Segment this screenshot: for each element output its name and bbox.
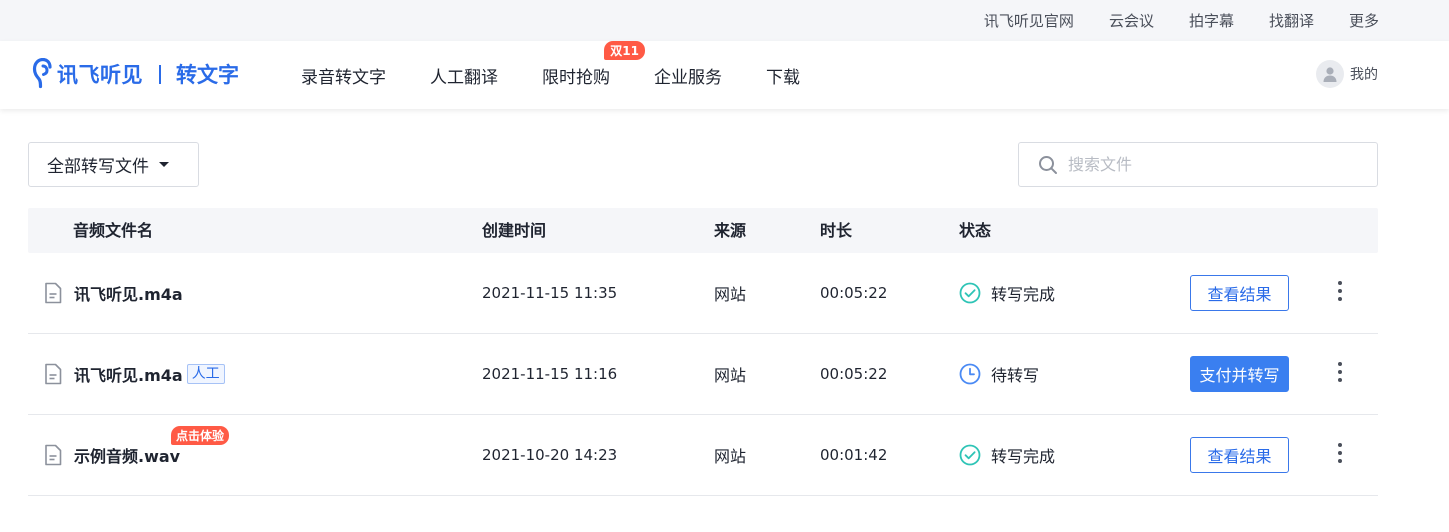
table-row[interactable]: 讯飞听见.m4a 人工 2021-11-15 11:16 网站 00:05:22… — [28, 334, 1378, 415]
pay-and-transcribe-button[interactable]: 支付并转写 — [1190, 356, 1289, 392]
file-name-cell[interactable]: 示例音频.wav — [74, 415, 180, 495]
top-utility-bar: 讯飞听见官网 云会议 拍字幕 找翻译 更多 — [0, 0, 1449, 41]
column-header-name: 音频文件名 — [73, 221, 154, 240]
search-icon — [1039, 155, 1057, 174]
table-row[interactable]: 点击体验 示例音频.wav 2021-10-20 14:23 网站 00:01:… — [28, 415, 1378, 496]
toplink-cloud-meeting[interactable]: 云会议 — [1109, 10, 1154, 31]
status-cell: 转写完成 — [959, 415, 1055, 495]
ear-logo-icon — [32, 58, 52, 89]
nav-item-flash-sale[interactable]: 限时抢购 双11 — [542, 40, 645, 88]
caret-down-icon — [159, 162, 169, 167]
status-text: 待转写 — [991, 366, 1040, 385]
search-box — [1018, 142, 1378, 187]
duration: 00:05:22 — [820, 365, 888, 383]
nav-item-label: 限时抢购 — [542, 67, 610, 88]
column-header-status: 状态 — [959, 221, 992, 240]
filter-label: 全部转写文件 — [47, 157, 149, 177]
top-links: 讯飞听见官网 云会议 拍字幕 找翻译 更多 — [949, 0, 1379, 41]
more-options-icon[interactable] — [1334, 443, 1346, 469]
file-name-cell[interactable]: 讯飞听见.m4a 人工 — [74, 334, 225, 414]
column-header-created: 创建时间 — [482, 221, 547, 240]
column-header-duration: 时长 — [820, 221, 853, 240]
toplink-more[interactable]: 更多 — [1349, 10, 1379, 31]
file-icon — [45, 444, 62, 466]
brand-name: 讯飞听见 — [57, 63, 143, 87]
column-header-source: 来源 — [714, 221, 747, 240]
nav-menu: 录音转文字 人工翻译 限时抢购 双11 企业服务 下载 — [301, 40, 844, 109]
status-cell: 待转写 — [959, 334, 1039, 414]
source: 网站 — [714, 447, 747, 466]
toplink-translation[interactable]: 找翻译 — [1269, 10, 1314, 31]
logo-divider — [159, 64, 161, 84]
nav-item-download[interactable]: 下载 — [766, 63, 800, 88]
created-time: 2021-11-15 11:35 — [482, 284, 618, 302]
file-name: 讯飞听见.m4a — [74, 285, 183, 304]
more-options-icon[interactable] — [1334, 362, 1346, 388]
user-label: 我的 — [1350, 67, 1378, 83]
toplink-subtitles[interactable]: 拍字幕 — [1189, 10, 1234, 31]
nav-item-label: 录音转文字 — [301, 67, 386, 88]
nav-item-audio-to-text[interactable]: 录音转文字 — [301, 63, 386, 88]
search-input[interactable] — [1068, 155, 1368, 174]
file-icon — [45, 363, 62, 385]
source: 网站 — [714, 366, 747, 385]
manual-tag: 人工 — [186, 364, 225, 384]
check-circle-icon — [959, 444, 981, 466]
nav-item-enterprise[interactable]: 企业服务 — [654, 63, 722, 88]
file-name: 示例音频.wav — [74, 447, 181, 466]
duration: 00:01:42 — [820, 446, 888, 464]
nav-item-label: 企业服务 — [654, 67, 722, 88]
source: 网站 — [714, 285, 747, 304]
main-navbar: 讯飞听见 转文字 录音转文字 人工翻译 限时抢购 双11 企业服务 下载 我的 — [0, 40, 1449, 109]
nav-item-label: 下载 — [766, 67, 800, 88]
file-name: 讯飞听见.m4a — [74, 366, 183, 385]
check-circle-icon — [959, 282, 981, 304]
view-result-button[interactable]: 查看结果 — [1190, 275, 1289, 311]
user-menu[interactable]: 我的 — [1316, 60, 1378, 88]
toplink-official-site[interactable]: 讯飞听见官网 — [984, 10, 1074, 31]
table-row[interactable]: 讯飞听见.m4a 2021-11-15 11:35 网站 00:05:22 转写… — [28, 253, 1378, 334]
file-icon — [45, 282, 62, 304]
status-cell: 转写完成 — [959, 253, 1055, 333]
table-header: 音频文件名 创建时间 来源 时长 状态 — [28, 208, 1378, 253]
nav-item-human-translation[interactable]: 人工翻译 — [430, 63, 498, 88]
file-name-cell[interactable]: 讯飞听见.m4a — [74, 253, 183, 333]
more-options-icon[interactable] — [1334, 281, 1346, 307]
avatar — [1316, 60, 1344, 88]
brand-logo[interactable]: 讯飞听见 转文字 — [32, 56, 239, 92]
user-icon — [1323, 67, 1337, 82]
nav-item-label: 人工翻译 — [430, 67, 498, 88]
created-time: 2021-11-15 11:16 — [482, 365, 618, 383]
file-filter-dropdown[interactable]: 全部转写文件 — [28, 142, 199, 187]
view-result-button[interactable]: 查看结果 — [1190, 437, 1289, 473]
created-time: 2021-10-20 14:23 — [482, 446, 618, 464]
clock-icon — [959, 363, 981, 385]
status-text: 转写完成 — [991, 285, 1056, 304]
product-name: 转文字 — [176, 63, 239, 87]
duration: 00:05:22 — [820, 284, 888, 302]
status-text: 转写完成 — [991, 447, 1056, 466]
promo-badge: 双11 — [604, 40, 645, 60]
